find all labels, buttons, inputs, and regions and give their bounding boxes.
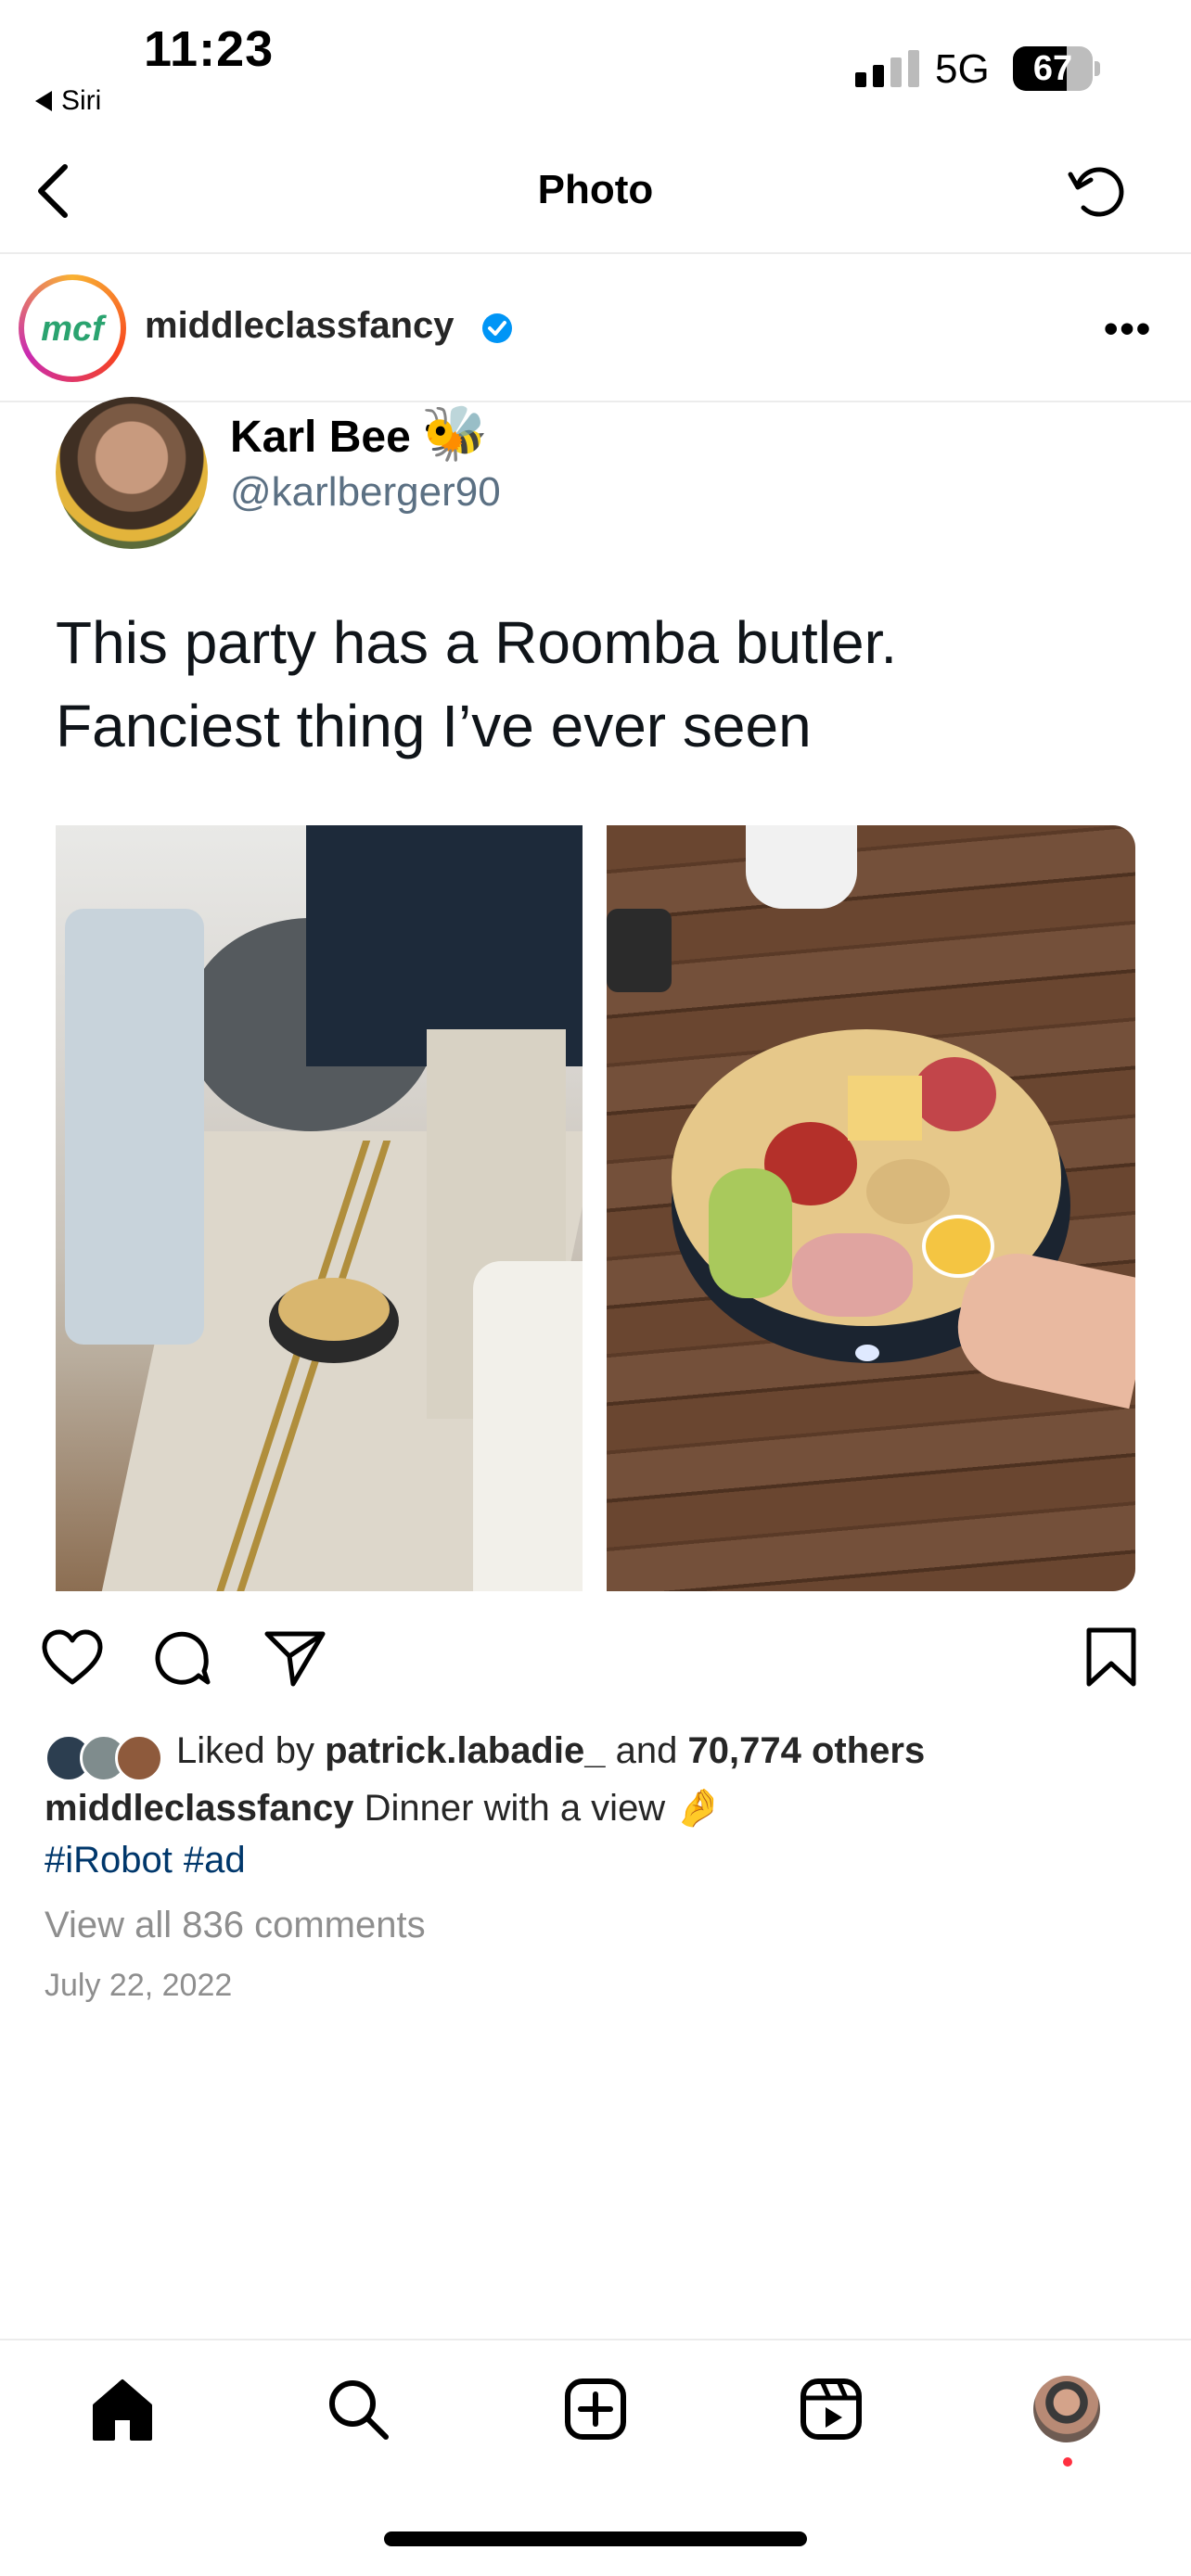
liked-by-prefix: Liked by	[176, 1730, 314, 1771]
tweet-text: This party has a Roomba butler. Fanciest…	[56, 601, 1132, 768]
heart-icon[interactable]	[39, 1625, 106, 1691]
caption-username[interactable]: middleclassfancy	[45, 1788, 354, 1829]
tweet-author-name: Karl Bee	[230, 413, 411, 462]
bookmark-icon[interactable]	[1078, 1625, 1145, 1691]
more-options-button[interactable]: •••	[1104, 306, 1152, 352]
vase-shape	[746, 825, 857, 909]
header-divider	[0, 252, 1191, 254]
roomba-platter-photo-right[interactable]	[607, 825, 1135, 1591]
hashtag-link[interactable]: #iRobot	[45, 1840, 173, 1881]
battery-cap	[1095, 61, 1100, 76]
post-date: July 22, 2022	[45, 1968, 233, 2003]
liked-by-others[interactable]: 70,774 others	[687, 1730, 925, 1771]
platter-shape	[278, 1278, 390, 1341]
caption-text: Dinner with a view	[364, 1788, 666, 1829]
back-to-siri[interactable]: Siri	[35, 85, 101, 117]
back-triangle-icon	[35, 91, 52, 111]
author-divider	[0, 401, 1191, 402]
hashtags: #iRobot #ad	[45, 1840, 257, 1881]
cheese-shape	[848, 1076, 922, 1141]
tweet-text-line-2: Fanciest thing I’ve ever seen	[56, 693, 812, 759]
salami-shape	[913, 1057, 996, 1131]
tab-bar-divider	[0, 2339, 1191, 2340]
liked-by-avatars[interactable]	[45, 1734, 163, 1782]
cracker-shape	[866, 1159, 950, 1224]
tweet-text-line-1: This party has a Roomba butler.	[56, 609, 898, 676]
hashtag-link[interactable]: #ad	[184, 1840, 246, 1881]
liked-by-and: and	[615, 1730, 678, 1771]
person-jeans-shape	[65, 909, 204, 1345]
tweet-author-handle: @karlberger90	[230, 469, 501, 515]
post-caption: middleclassfancy Dinner with a view 🤌	[45, 1786, 722, 1830]
search-icon[interactable]	[323, 2374, 393, 2444]
page-title: Photo	[537, 167, 654, 212]
wheel-shape	[607, 909, 672, 992]
notification-dot	[1063, 2457, 1072, 2467]
profile-avatar[interactable]	[1033, 2376, 1100, 2442]
reels-icon[interactable]	[796, 2374, 866, 2444]
pinched-fingers-emoji: 🤌	[675, 1788, 723, 1829]
liked-by-text[interactable]: Liked by patrick.labadie_ and 70,774 oth…	[176, 1730, 925, 1772]
roomba-light	[855, 1345, 879, 1361]
status-time: 11:23	[144, 21, 275, 77]
grapes-shape	[709, 1168, 792, 1298]
back-app-label: Siri	[61, 85, 102, 116]
network-label: 5G	[935, 46, 990, 92]
author-avatar[interactable]: mcf	[19, 274, 126, 382]
home-icon[interactable]	[87, 2374, 158, 2444]
battery-icon: 67	[1013, 46, 1093, 91]
party-photo-left[interactable]	[56, 825, 583, 1591]
fur-throw-shape	[473, 1261, 583, 1591]
comment-icon[interactable]	[148, 1625, 215, 1691]
signal-icon	[855, 50, 919, 87]
refresh-icon[interactable]	[1065, 158, 1132, 224]
send-icon[interactable]	[262, 1625, 328, 1691]
verified-badge-icon	[482, 313, 512, 343]
bee-emoji: 🐝	[421, 403, 489, 464]
view-all-comments-link[interactable]: View all 836 comments	[45, 1905, 426, 1946]
author-username[interactable]: middleclassfancy	[145, 305, 455, 347]
battery-level: 67	[1032, 49, 1073, 88]
create-icon[interactable]	[560, 2374, 631, 2444]
liked-by-user[interactable]: patrick.labadie_	[325, 1730, 605, 1771]
prosciutto-shape	[792, 1233, 913, 1317]
tweet-author-avatar	[56, 397, 208, 549]
liker-avatar	[115, 1734, 163, 1782]
home-indicator[interactable]	[384, 2531, 807, 2546]
avatar-logo-text: mcf	[41, 310, 104, 349]
